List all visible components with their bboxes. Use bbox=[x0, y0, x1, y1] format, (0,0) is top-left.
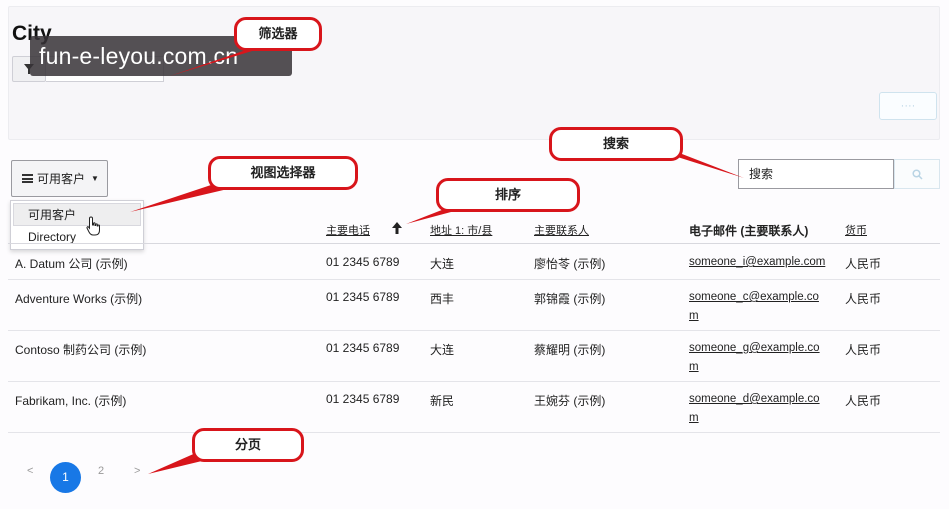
email-line[interactable]: someone_g@example.co bbox=[689, 342, 820, 354]
phone-cell: 01 2345 6789 bbox=[326, 290, 400, 304]
page-next-button[interactable]: > bbox=[134, 465, 140, 477]
caret-down-icon: ▼ bbox=[91, 174, 99, 183]
page-prev-button[interactable]: < bbox=[27, 465, 33, 477]
view-selector-label: 可用客户 bbox=[37, 172, 86, 186]
header-address-city[interactable]: 地址 1: 市/县 bbox=[430, 222, 492, 238]
grid-header: 主要电话 地址 1: 市/县 主要联系人 电子邮件 (主要联系人) 货币 bbox=[8, 212, 940, 244]
header-email[interactable]: 电子邮件 (主要联系人) bbox=[689, 222, 808, 239]
header-phone[interactable]: 主要电话 bbox=[326, 222, 370, 238]
search-icon bbox=[911, 168, 923, 180]
account-name[interactable]: Contoso 制药公司 (示例) bbox=[15, 341, 146, 358]
callout-sort: 排序 bbox=[436, 178, 580, 212]
city-cell: 西丰 bbox=[430, 292, 455, 306]
list-icon bbox=[22, 174, 33, 183]
currency-cell: 人民币 bbox=[845, 394, 882, 408]
contact-cell[interactable]: 廖怡苓 (示例) bbox=[534, 255, 605, 272]
phone-cell: 01 2345 6789 bbox=[326, 392, 400, 406]
callout-search: 搜索 bbox=[549, 127, 683, 161]
contact-cell[interactable]: 王婉芬 (示例) bbox=[534, 392, 605, 409]
city-cell: 大连 bbox=[430, 257, 455, 271]
contact-cell[interactable]: 蔡耀明 (示例) bbox=[534, 341, 605, 358]
email-cell[interactable]: someone_d@example.com bbox=[689, 390, 820, 428]
callout-filter: 筛选器 bbox=[234, 17, 322, 51]
callout-pointer-search bbox=[668, 154, 744, 178]
email-cell[interactable]: someone_g@example.com bbox=[689, 339, 820, 377]
phone-cell: 01 2345 6789 bbox=[326, 341, 400, 355]
search-button[interactable] bbox=[894, 159, 940, 189]
pagination: < 1 2 > bbox=[8, 448, 940, 503]
header-primary-contact[interactable]: 主要联系人 bbox=[534, 222, 589, 238]
email-line[interactable]: m bbox=[689, 310, 699, 322]
view-selector-button[interactable]: 可用客户 ▼ bbox=[11, 160, 108, 197]
table-row[interactable]: Adventure Works (示例) 01 2345 6789 西丰 郭锦霞… bbox=[8, 280, 940, 331]
account-name[interactable]: A. Datum 公司 (示例) bbox=[15, 255, 128, 272]
page-button-2[interactable]: 2 bbox=[98, 465, 104, 477]
header-currency[interactable]: 货币 bbox=[845, 222, 867, 238]
email-line[interactable]: m bbox=[689, 412, 699, 424]
currency-cell: 人民币 bbox=[845, 257, 882, 271]
filter-apply-button[interactable]: ···· bbox=[879, 92, 937, 120]
callout-view-selector: 视图选择器 bbox=[208, 156, 358, 190]
table-row[interactable]: Fabrikam, Inc. (示例) 01 2345 6789 新民 王婉芬 … bbox=[8, 382, 940, 433]
account-name[interactable]: Fabrikam, Inc. (示例) bbox=[15, 392, 126, 409]
email-cell[interactable]: someone_i@example.com bbox=[689, 253, 825, 272]
table-row[interactable]: Contoso 制药公司 (示例) 01 2345 6789 大连 蔡耀明 (示… bbox=[8, 331, 940, 382]
search-input[interactable]: 搜索 bbox=[738, 159, 894, 189]
email-line[interactable]: m bbox=[689, 361, 699, 373]
currency-cell: 人民币 bbox=[845, 343, 882, 357]
page-button-current[interactable]: 1 bbox=[50, 462, 81, 493]
city-cell: 新民 bbox=[430, 394, 455, 408]
email-line[interactable]: someone_d@example.co bbox=[689, 393, 820, 405]
table-row[interactable]: A. Datum 公司 (示例) 01 2345 6789 大连 廖怡苓 (示例… bbox=[8, 245, 940, 280]
sort-ascending-icon[interactable] bbox=[392, 222, 402, 234]
callout-paging: 分页 bbox=[192, 428, 304, 462]
email-line[interactable]: someone_c@example.co bbox=[689, 291, 819, 303]
currency-cell: 人民币 bbox=[845, 292, 882, 306]
phone-cell: 01 2345 6789 bbox=[326, 255, 400, 269]
city-cell: 大连 bbox=[430, 343, 455, 357]
email-cell[interactable]: someone_c@example.com bbox=[689, 288, 819, 326]
account-name[interactable]: Adventure Works (示例) bbox=[15, 290, 142, 307]
contact-cell[interactable]: 郭锦霞 (示例) bbox=[534, 290, 605, 307]
